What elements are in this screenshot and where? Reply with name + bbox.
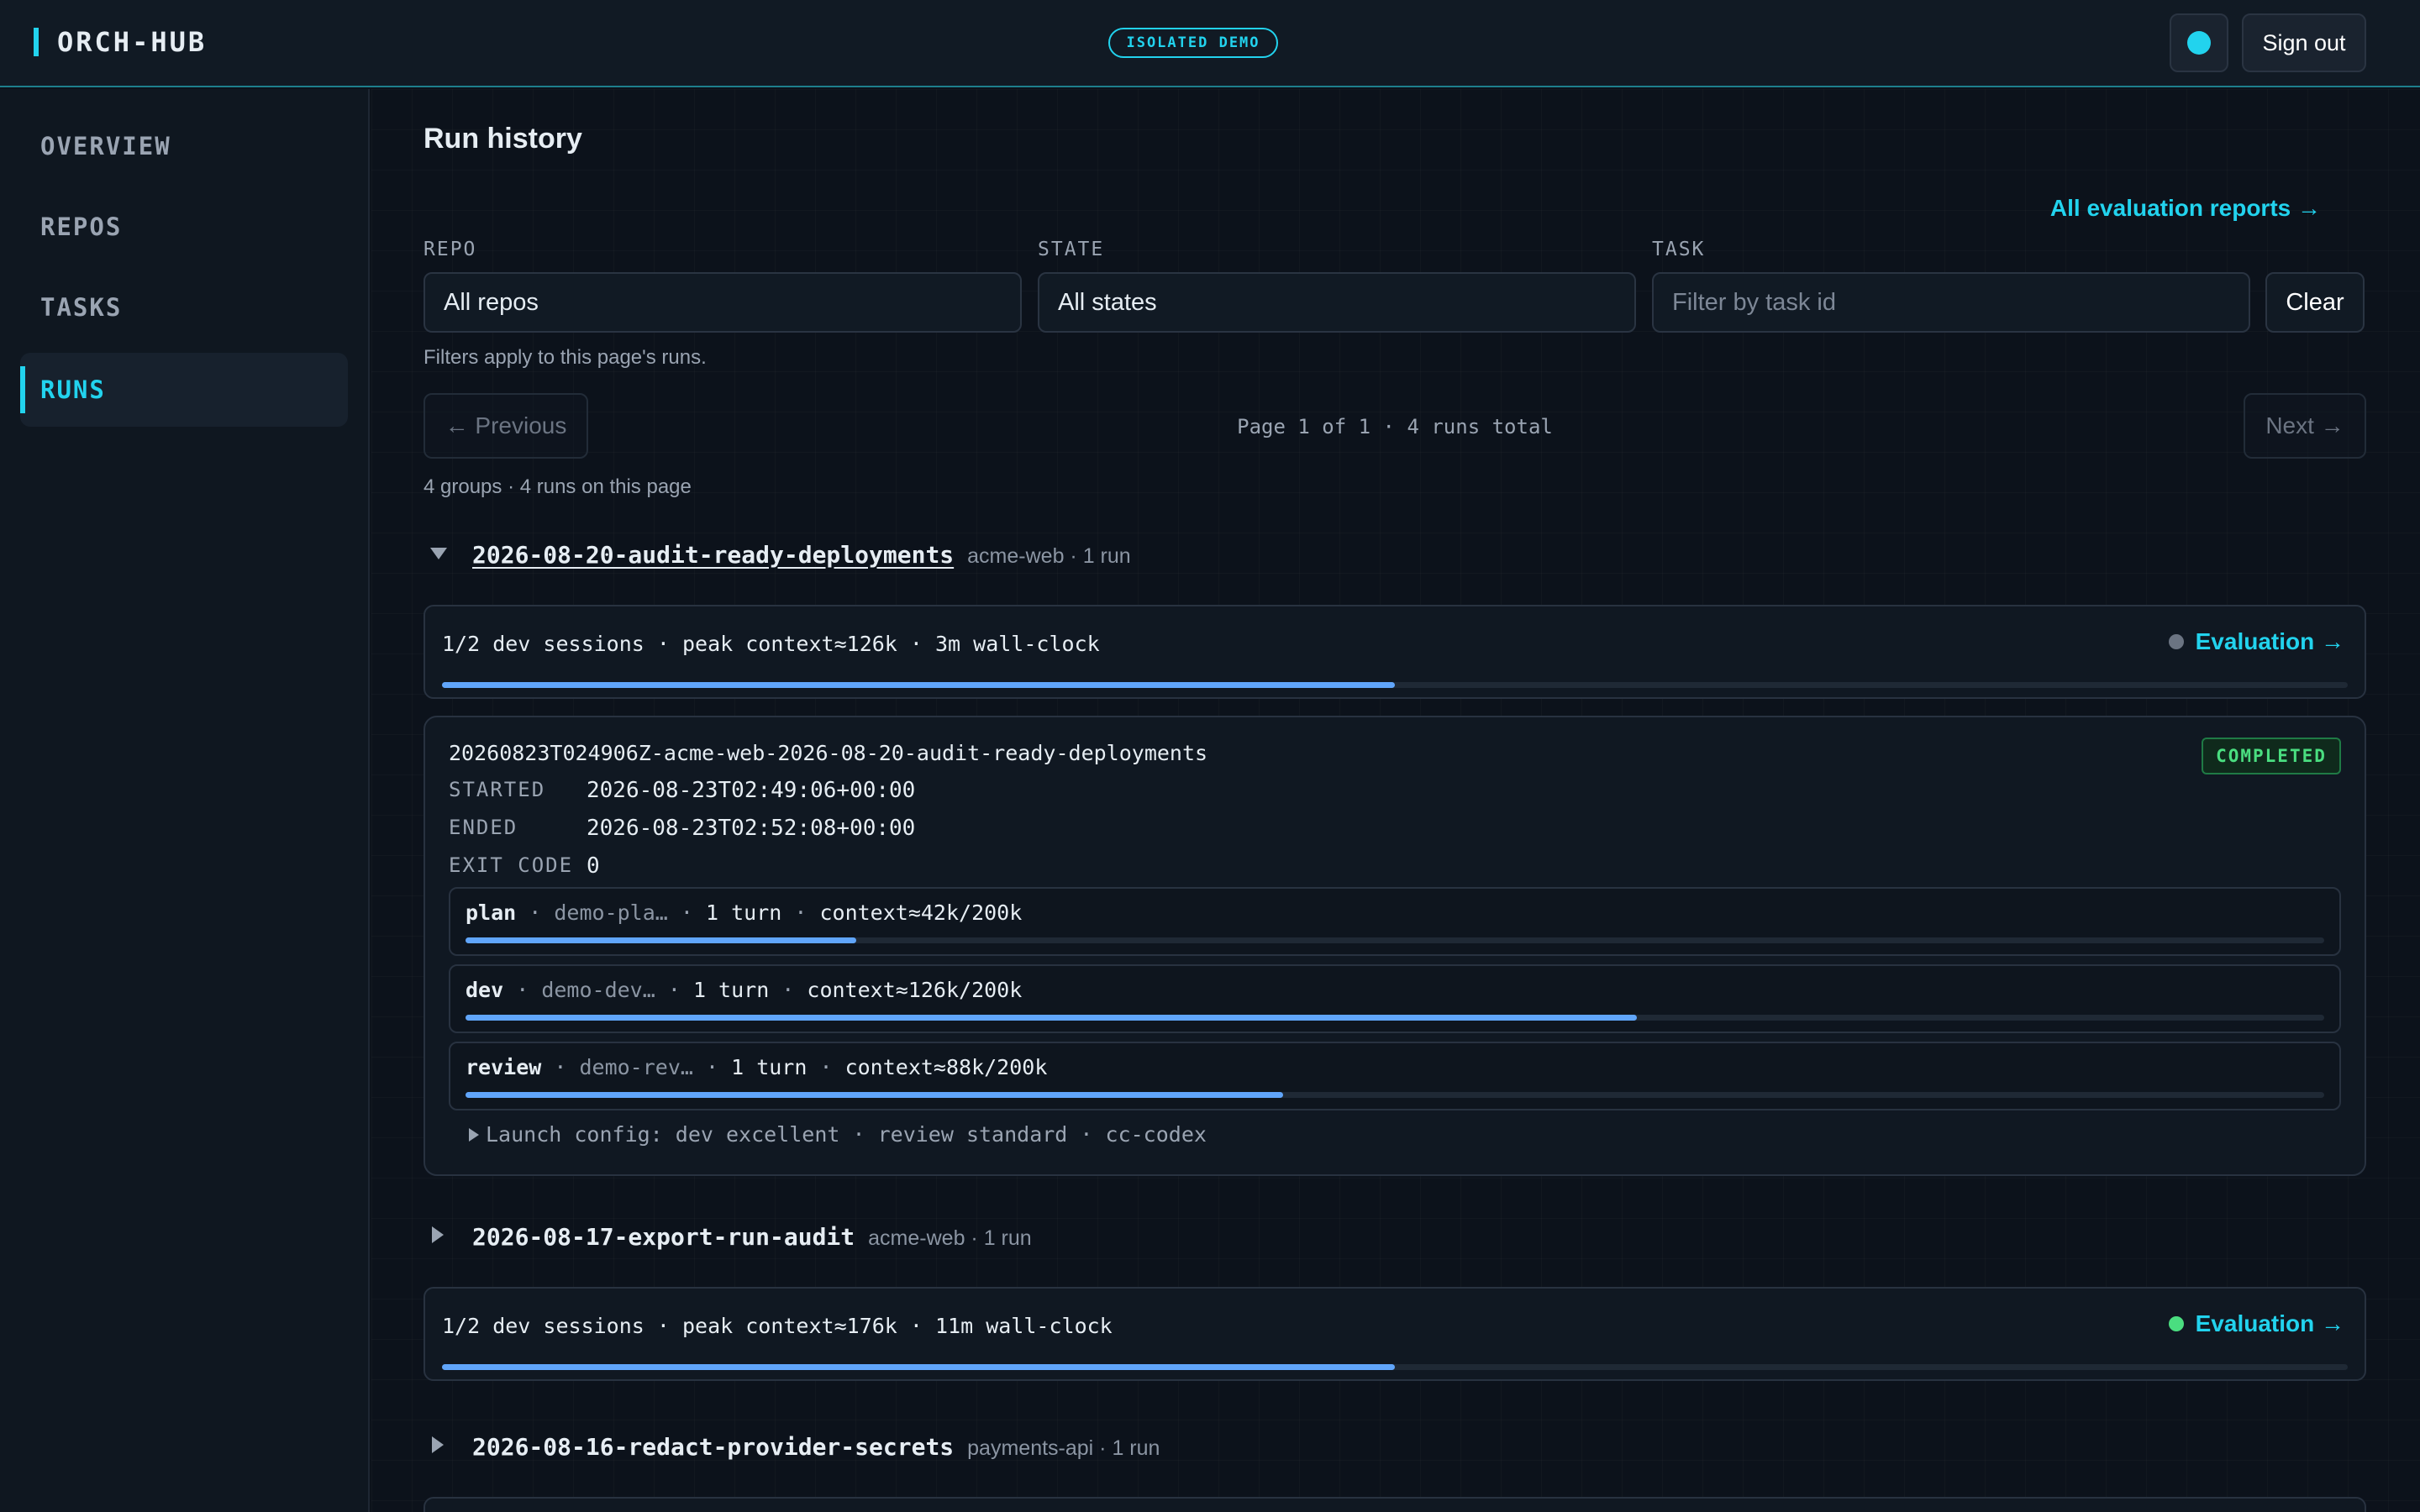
state-filter-label: STATE (1038, 239, 1105, 260)
context-usage-track (466, 1015, 2324, 1021)
repo-select[interactable]: All repos (424, 272, 1022, 333)
status-badge: COMPLETED (2202, 738, 2341, 774)
context-usage-track (466, 937, 2324, 943)
status-indicator-button[interactable] (2170, 13, 2228, 72)
run-group-summary: 1/2 dev sessions · peak context≈176k · 1… (442, 1314, 1113, 1338)
session-summary: plan · demo-pla… · 1 turn · context≈42k/… (466, 900, 1023, 925)
session-turns: 1 turn (731, 1055, 808, 1079)
evaluation-status-dot-icon (2168, 634, 2184, 649)
session-context: context≈42k/200k (819, 900, 1023, 925)
ended-label: ENDED (449, 816, 518, 839)
session-role: dev (466, 978, 504, 1002)
run-detail-card: 20260823T024906Z-acme-web-2026-08-20-aud… (424, 716, 2366, 1176)
run-group-meta: payments-api · 1 run (967, 1436, 1160, 1460)
collapsed-triangle-icon (432, 1226, 444, 1243)
session-turns: 1 turn (692, 978, 770, 1002)
sessions-progress-track (442, 1364, 2348, 1370)
run-group-summary-card: 1/2 dev sessions · peak context≈176k · 1… (424, 1287, 2366, 1381)
started-value: 2026-08-23T02:49:06+00:00 (587, 778, 916, 803)
expanded-triangle-icon (430, 548, 447, 559)
collapsed-triangle-icon (469, 1127, 479, 1142)
context-usage-track (466, 1092, 2324, 1098)
pagination-info: Page 1 of 1 · 4 runs total (1237, 415, 1553, 438)
sidebar: OVERVIEW REPOS TASKS RUNS (0, 89, 370, 1512)
evaluation-link-label: Evaluation → (2195, 628, 2344, 654)
brand-accent-bar (34, 28, 39, 56)
state-select[interactable]: All states (1038, 272, 1636, 333)
session-row-review[interactable]: review · demo-rev… · 1 turn · context≈88… (449, 1042, 2341, 1110)
evaluation-link[interactable]: Evaluation → (2168, 1310, 2344, 1337)
brand-name: ORCH-HUB (57, 26, 208, 58)
evaluation-status-dot-icon (2168, 1316, 2184, 1331)
session-row-dev[interactable]: dev · demo-dev… · 1 turn · context≈126k/… (449, 964, 2341, 1033)
session-row-plan[interactable]: plan · demo-pla… · 1 turn · context≈42k/… (449, 887, 2341, 956)
sidebar-item-runs[interactable]: RUNS (20, 353, 348, 427)
sidebar-item-overview[interactable]: OVERVIEW (20, 109, 348, 183)
collapsed-triangle-icon (432, 1436, 444, 1453)
session-model: demo-pla… (554, 900, 668, 925)
evaluation-link-label: Evaluation → (2195, 1310, 2344, 1336)
sidebar-item-repos[interactable]: REPOS (20, 190, 348, 264)
session-context: context≈126k/200k (807, 978, 1023, 1002)
launch-config-toggle[interactable]: Launch config: dev excellent · review st… (469, 1122, 1207, 1147)
top-bar: ORCH-HUB ISOLATED DEMO Sign out (0, 0, 2420, 87)
session-model: demo-rev… (579, 1055, 693, 1079)
run-group-header[interactable]: 2026-08-16-redact-provider-secrets payme… (432, 1433, 1160, 1461)
run-group-meta: acme-web · 1 run (967, 544, 1131, 568)
run-id[interactable]: 20260823T024906Z-acme-web-2026-08-20-aud… (449, 741, 1207, 765)
run-group-summary-card: 1/2 dev sessions · peak context≈126k · 3… (424, 605, 2366, 699)
run-group-summary-card (424, 1497, 2366, 1512)
evaluation-link[interactable]: Evaluation → (2168, 628, 2344, 655)
main-content: Run history All evaluation reports → REP… (371, 89, 2420, 1512)
session-role: plan (466, 900, 517, 925)
sessions-progress-fill (442, 682, 1395, 688)
sessions-progress-track (442, 682, 2348, 688)
exit-code-value: 0 (587, 853, 600, 879)
isolated-demo-badge: ISOLATED DEMO (1108, 28, 1278, 58)
sidebar-item-tasks[interactable]: TASKS (20, 270, 348, 344)
run-group-meta: acme-web · 1 run (868, 1226, 1032, 1250)
ended-value: 2026-08-23T02:52:08+00:00 (587, 816, 916, 841)
run-group-name[interactable]: 2026-08-20-audit-ready-deployments (472, 541, 954, 569)
sessions-progress-fill (442, 1364, 1395, 1370)
sign-out-button[interactable]: Sign out (2242, 13, 2366, 72)
clear-filters-button[interactable]: Clear (2265, 272, 2365, 333)
session-summary: dev · demo-dev… · 1 turn · context≈126k/… (466, 978, 1023, 1002)
next-page-button[interactable]: Next → (2244, 393, 2366, 459)
all-evaluation-reports-link[interactable]: All evaluation reports → (1993, 195, 2321, 222)
launch-config-label: Launch config: dev excellent · review st… (486, 1122, 1207, 1147)
status-dot-icon (2187, 31, 2211, 55)
started-label: STARTED (449, 778, 546, 801)
brand[interactable]: ORCH-HUB (34, 26, 208, 58)
session-turns: 1 turn (706, 900, 782, 925)
session-model: demo-dev… (541, 978, 655, 1002)
groups-summary: 4 groups · 4 runs on this page (424, 475, 692, 498)
run-group-name[interactable]: 2026-08-16-redact-provider-secrets (472, 1433, 954, 1461)
context-usage-fill (466, 937, 856, 943)
context-usage-fill (466, 1015, 1637, 1021)
task-id-input[interactable]: Filter by task id (1652, 272, 2250, 333)
session-summary: review · demo-rev… · 1 turn · context≈88… (466, 1055, 1048, 1079)
run-group-header[interactable]: 2026-08-20-audit-ready-deployments acme-… (430, 541, 1131, 569)
repo-filter-label: REPO (424, 239, 477, 260)
run-group-name[interactable]: 2026-08-17-export-run-audit (472, 1223, 855, 1251)
task-filter-label: TASK (1652, 239, 1706, 260)
filters-note: Filters apply to this page's runs. (424, 346, 707, 369)
session-role: review (466, 1055, 542, 1079)
context-usage-fill (466, 1092, 1284, 1098)
page-title: Run history (424, 123, 582, 155)
session-context: context≈88k/200k (844, 1055, 1048, 1079)
exit-code-label: EXIT CODE (449, 853, 574, 877)
run-group-summary: 1/2 dev sessions · peak context≈126k · 3… (442, 632, 1100, 656)
run-group-header[interactable]: 2026-08-17-export-run-audit acme-web · 1… (432, 1223, 1032, 1251)
